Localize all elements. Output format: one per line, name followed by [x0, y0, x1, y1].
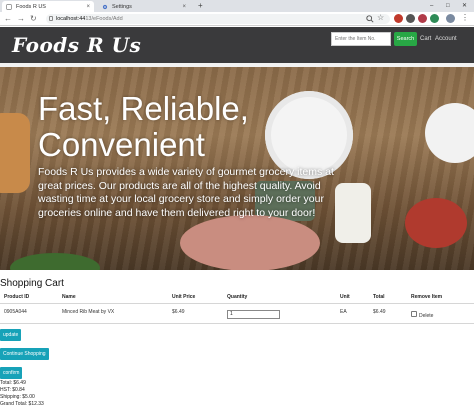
- extension-icon[interactable]: [418, 14, 427, 23]
- url-host: localhost:44: [56, 16, 86, 22]
- menu-icon[interactable]: ⋮: [461, 13, 469, 22]
- tab-close-icon[interactable]: ×: [182, 4, 186, 10]
- info-icon[interactable]: [49, 16, 53, 21]
- col-header-unit-price: Unit Price: [172, 294, 196, 300]
- order-hst: HST: $0.84: [0, 387, 25, 393]
- cell-total: $6.49: [373, 309, 386, 315]
- site-header: Foods R Us Search Cart Account: [0, 27, 474, 63]
- back-icon[interactable]: ←: [4, 14, 12, 24]
- reload-icon[interactable]: ↻: [30, 14, 37, 24]
- cart-link[interactable]: Cart: [420, 36, 431, 42]
- cell-name: Minced Rib Meat by VX: [62, 309, 115, 315]
- ham-platter-image: [180, 215, 320, 270]
- cart-heading: Shopping Cart: [0, 278, 64, 289]
- order-shipping: Shipping: $5.00: [0, 394, 35, 400]
- cell-product-id: 0905A044: [4, 309, 27, 315]
- col-header-total: Total: [373, 294, 385, 300]
- delete-checkbox[interactable]: [411, 311, 417, 317]
- tab-label: Settings: [112, 3, 132, 10]
- item-search-input[interactable]: [331, 32, 391, 46]
- hero-banner: Fast, Reliable, Convenient Foods R Us pr…: [0, 63, 474, 270]
- bread-image: [0, 113, 30, 193]
- delete-label: Delete: [419, 313, 434, 319]
- order-grand-total: Grand Total: $12.33: [0, 401, 44, 407]
- profile-avatar[interactable]: [446, 14, 455, 23]
- update-button[interactable]: update: [0, 329, 22, 341]
- candle-image: [335, 183, 371, 243]
- header-divider: [0, 303, 474, 304]
- col-header-quantity: Quantity: [227, 294, 248, 300]
- minimize-button[interactable]: –: [430, 1, 433, 11]
- account-link[interactable]: Account: [435, 36, 457, 42]
- site-logo[interactable]: Foods R Us: [12, 33, 141, 57]
- forward-icon[interactable]: →: [17, 14, 25, 24]
- quantity-field[interactable]: 1: [227, 310, 280, 319]
- col-header-product-id: Product ID: [4, 294, 30, 300]
- new-tab-button[interactable]: +: [198, 1, 203, 11]
- address-bar: ← → ↻ localhost:4413/eFoods/Add ☆ ⋮: [0, 12, 474, 26]
- hero-title: Fast, Reliable, Convenient: [38, 90, 249, 163]
- search-button[interactable]: Search: [394, 32, 417, 46]
- tomato-bowl-image: [405, 198, 467, 248]
- confirm-button[interactable]: confirm: [0, 367, 23, 379]
- extension-icon[interactable]: [394, 14, 403, 23]
- page-favicon-icon: [6, 3, 12, 10]
- continue-shopping-button[interactable]: Continue Shopping: [0, 348, 49, 360]
- extension-icon[interactable]: [430, 14, 439, 23]
- tab-close-icon[interactable]: ×: [86, 4, 90, 10]
- hero-description: Foods R Us provides a wide variety of go…: [38, 166, 334, 219]
- cell-unit: EA: [340, 309, 347, 315]
- hero-top-edge: [0, 63, 474, 67]
- url-field[interactable]: localhost:4413/eFoods/Add: [46, 14, 390, 24]
- zoom-icon[interactable]: [366, 15, 374, 23]
- tab-label: Foods R US: [16, 3, 46, 10]
- gear-icon: [102, 4, 108, 9]
- col-header-unit: Unit: [340, 294, 350, 300]
- close-window-button[interactable]: ✕: [462, 1, 467, 11]
- tab-settings[interactable]: Settings ×: [98, 1, 190, 12]
- maximize-button[interactable]: □: [446, 1, 450, 11]
- browser-tab-strip: Foods R US × Settings × + – □ ✕: [0, 0, 474, 12]
- col-header-remove-item: Remove Item: [411, 294, 443, 300]
- col-header-name: Name: [62, 294, 76, 300]
- row-divider: [0, 323, 474, 324]
- url-path: 13/eFoods/Add: [85, 16, 123, 22]
- bookmark-star-icon[interactable]: ☆: [377, 13, 384, 22]
- extension-icon[interactable]: [406, 14, 415, 23]
- cell-unit-price: $6.49: [172, 309, 185, 315]
- tab-foods-r-us[interactable]: Foods R US ×: [2, 1, 94, 12]
- order-total: Total: $6.49: [0, 380, 26, 386]
